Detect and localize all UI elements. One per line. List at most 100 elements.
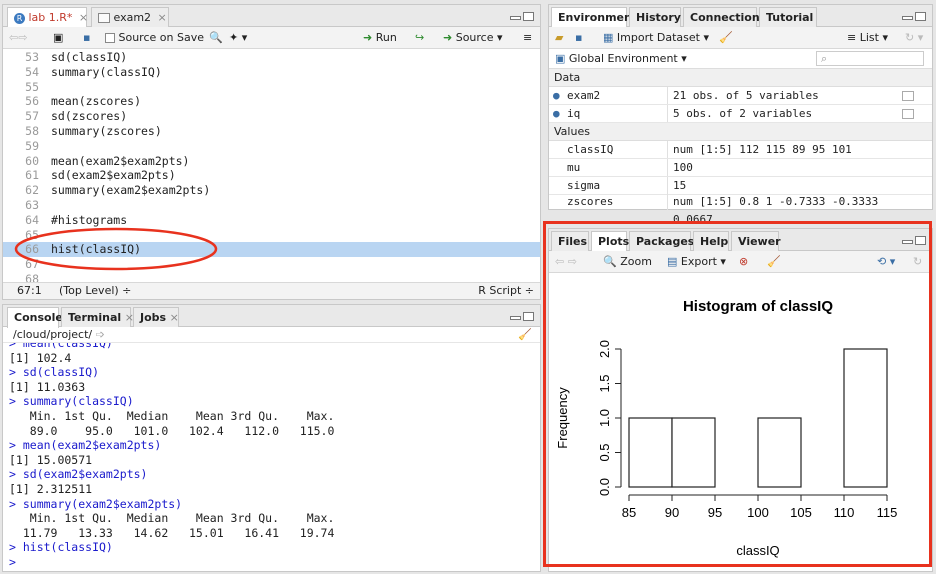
code-line[interactable]: 58 summary(zscores) bbox=[3, 124, 540, 139]
environment-pane: Environment History Connections Tutorial… bbox=[548, 4, 933, 226]
code-text: sd(exam2$exam2pts) bbox=[51, 168, 176, 183]
import-dataset-button[interactable]: ▦ Import Dataset ▾ bbox=[603, 30, 709, 46]
value-row[interactable]: classIQ num [1:5] 112 115 89 95 101 bbox=[549, 141, 932, 159]
console-line: [1] 2.312511 bbox=[9, 482, 93, 496]
environment-toolbar: ▰ ▪ ▦ Import Dataset ▾ 🧹 ≡ List ▾ ↻ ▾ bbox=[549, 27, 932, 49]
tab-terminal[interactable]: Terminal × bbox=[61, 307, 134, 327]
code-line[interactable]: 63 bbox=[3, 198, 540, 213]
window-controls[interactable] bbox=[900, 11, 926, 22]
goto-dir-icon[interactable]: ➩ bbox=[96, 328, 105, 341]
console-line: Min. 1st Qu. Median Mean 3rd Qu. Max. bbox=[9, 511, 342, 526]
run-button[interactable]: ➜ Run bbox=[363, 30, 397, 46]
tab-console[interactable]: Console bbox=[7, 307, 63, 328]
tab-lab1[interactable]: R lab 1.R* × bbox=[7, 7, 88, 28]
red-highlight-box bbox=[543, 221, 932, 567]
broom-icon[interactable]: 🧹 bbox=[719, 30, 733, 46]
line-number: 59 bbox=[25, 138, 39, 153]
console-line: [1] 102.4 bbox=[9, 350, 72, 365]
code-line[interactable]: 54 summary(classIQ) bbox=[3, 65, 540, 80]
code-line[interactable]: 55 bbox=[3, 80, 540, 95]
tab-environment[interactable]: Environment bbox=[551, 7, 637, 28]
code-line[interactable]: 60 mean(exam2$exam2pts) bbox=[3, 154, 540, 169]
r-file-icon: R bbox=[14, 12, 25, 24]
tab-exam2[interactable]: exam2 × bbox=[91, 7, 169, 27]
code-line[interactable]: 62 summary(exam2$exam2pts) bbox=[3, 183, 540, 198]
values-section-header: Values bbox=[549, 123, 932, 141]
run-label: Run bbox=[375, 31, 397, 44]
code-line[interactable]: 61 sd(exam2$exam2pts) bbox=[3, 168, 540, 183]
code-line[interactable]: 57 sd(zscores) bbox=[3, 109, 540, 124]
env-search-input[interactable]: ⌕ bbox=[816, 51, 924, 66]
checkbox-icon[interactable] bbox=[105, 33, 115, 43]
console-line: > sd(classIQ) bbox=[9, 365, 100, 380]
code-text: sd(classIQ) bbox=[51, 50, 128, 64]
code-line[interactable]: 56 mean(zscores) bbox=[3, 94, 540, 109]
environment-tabbar: Environment History Connections Tutorial bbox=[549, 5, 932, 28]
console-pane: Console Terminal × Jobs × /cloud/project… bbox=[2, 304, 541, 572]
tab-jobs[interactable]: Jobs × bbox=[133, 307, 179, 327]
source-arrow-icon: ➜ bbox=[443, 31, 453, 44]
data-row-iq[interactable]: ● iq 5 obs. of 2 variables bbox=[549, 105, 932, 123]
line-number: 56 bbox=[25, 94, 39, 109]
save-icon[interactable]: ▪ bbox=[83, 30, 90, 46]
code-text: sd(zscores) bbox=[51, 109, 128, 124]
object-name: mu bbox=[567, 161, 581, 174]
back-icon[interactable]: ⇦⇨ bbox=[9, 30, 27, 46]
object-name: iq bbox=[567, 107, 581, 120]
object-value: 100 bbox=[667, 159, 905, 176]
close-icon[interactable]: × bbox=[158, 11, 167, 24]
scope-selector[interactable]: Global Environment bbox=[569, 52, 678, 65]
view-table-icon[interactable] bbox=[902, 109, 914, 119]
window-controls[interactable] bbox=[508, 311, 534, 322]
save-icon[interactable]: ▪ bbox=[575, 30, 582, 46]
outline-icon[interactable]: ≡ bbox=[523, 30, 532, 46]
view-table-icon[interactable] bbox=[902, 91, 914, 101]
code-line[interactable]: 59 bbox=[3, 139, 540, 154]
list-view-button[interactable]: ≡ List ▾ bbox=[847, 30, 888, 46]
list-label: List bbox=[859, 31, 879, 44]
close-icon[interactable]: × bbox=[79, 11, 88, 24]
expand-icon[interactable]: ● bbox=[553, 87, 560, 105]
refresh-icon[interactable]: ↻ ▾ bbox=[905, 30, 923, 46]
filetype-selector[interactable]: R Script ÷ bbox=[478, 283, 534, 299]
data-row-exam2[interactable]: ● exam2 21 obs. of 5 variables bbox=[549, 87, 932, 105]
popout-icon[interactable]: ▣ bbox=[53, 30, 63, 46]
line-number: 55 bbox=[25, 79, 39, 94]
rerun-icon[interactable]: ↪ bbox=[415, 30, 424, 46]
open-icon[interactable]: ▰ bbox=[555, 30, 563, 46]
value-row[interactable]: mu 100 bbox=[549, 159, 932, 177]
object-value: 5 obs. of 2 variables bbox=[667, 105, 905, 122]
editor-pane: R lab 1.R* × exam2 × ⇦⇨ ▣ ▪ Source on Sa… bbox=[2, 4, 541, 300]
cursor-position: 67:1 bbox=[17, 284, 42, 297]
value-row[interactable]: zscores num [1:5] 0.8 1 -0.7333 -0.3333 0… bbox=[549, 193, 932, 226]
data-section-header: Data bbox=[549, 69, 932, 87]
wand-icon[interactable]: ✦ ▾ bbox=[229, 30, 247, 46]
console-line: > mean(exam2$exam2pts) bbox=[9, 438, 162, 453]
code-line[interactable]: 53 sd(classIQ) bbox=[3, 50, 540, 65]
code-text: mean(exam2$exam2pts) bbox=[51, 153, 190, 168]
tab-label: Jobs bbox=[140, 311, 167, 324]
import-dataset-label: Import Dataset bbox=[616, 31, 700, 44]
source-on-save-checkbox[interactable]: Source on Save bbox=[105, 30, 204, 46]
search-icon[interactable]: 🔍 bbox=[209, 30, 223, 46]
editor-statusbar: 67:1 (Top Level) ÷ R Script ÷ bbox=[3, 282, 540, 299]
tab-history[interactable]: History bbox=[629, 7, 681, 27]
object-name: zscores bbox=[567, 195, 614, 208]
scope-selector[interactable]: (Top Level) ÷ bbox=[59, 283, 131, 299]
r-environment-icon: ▣ bbox=[555, 52, 566, 65]
expand-icon[interactable]: ● bbox=[553, 105, 560, 123]
console-output[interactable]: > mean(classIQ) [1] 102.4 > sd(classIQ) [1]… bbox=[3, 343, 540, 571]
tab-label: Connections bbox=[690, 11, 767, 24]
close-icon[interactable]: × bbox=[170, 311, 179, 324]
object-name: classIQ bbox=[567, 143, 614, 156]
console-line: > bbox=[9, 555, 23, 569]
line-number: 62 bbox=[25, 183, 39, 198]
source-button[interactable]: ➜ Source ▾ bbox=[443, 30, 503, 46]
window-controls[interactable] bbox=[508, 11, 534, 22]
tab-connections[interactable]: Connections bbox=[683, 7, 766, 27]
clear-console-icon[interactable]: 🧹 bbox=[518, 327, 532, 343]
console-line: > sd(exam2$exam2pts) bbox=[9, 467, 148, 482]
console-line: > summary(exam2$exam2pts) bbox=[9, 496, 183, 511]
tab-tutorial[interactable]: Tutorial bbox=[759, 7, 817, 27]
console-line: [1] 11.0363 bbox=[9, 379, 86, 394]
